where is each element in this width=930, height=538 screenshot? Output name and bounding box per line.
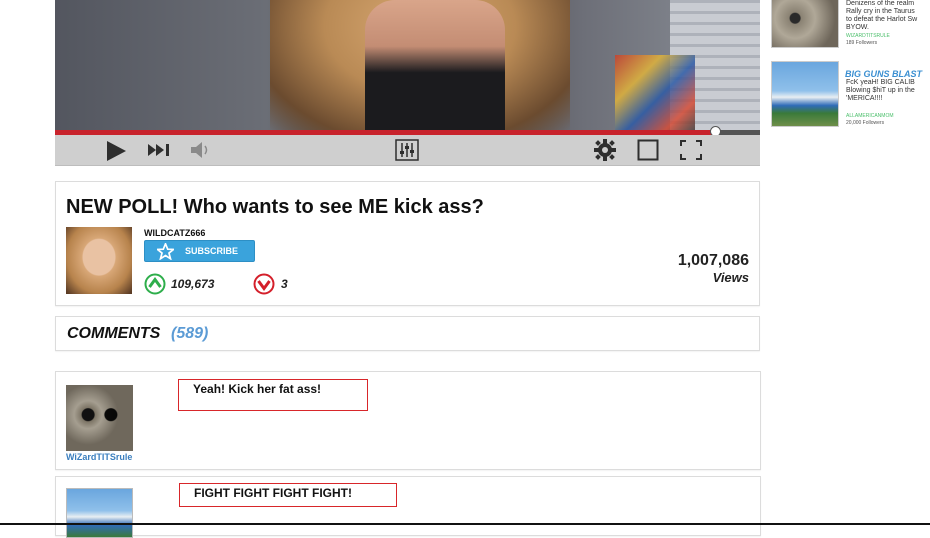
related-video-followers: 189 Followers — [846, 40, 878, 46]
related-video-channel[interactable]: WIZARDTITSRULE — [846, 33, 890, 39]
comments-header: COMMENTS (589) — [55, 316, 760, 351]
comments-label: COMMENTS — [67, 325, 161, 342]
related-video-description: Denizens of the realm Rally cry in the T… — [846, 0, 918, 31]
video-frame[interactable] — [55, 0, 760, 132]
channel-username[interactable]: WILDCATZ666 — [144, 228, 205, 238]
related-video-title[interactable]: BIG GUNS BLAST — [845, 69, 922, 79]
subscribe-button[interactable]: SUBSCRIBE — [144, 240, 255, 262]
related-video-thumbnail[interactable] — [771, 61, 839, 127]
equalizer-icon[interactable] — [395, 139, 419, 165]
comment-text: FIGHT FIGHT FIGHT FIGHT! — [179, 483, 397, 507]
theater-mode-icon[interactable] — [637, 139, 659, 165]
downvote-icon[interactable] — [253, 273, 275, 300]
upvote-icon[interactable] — [144, 273, 166, 300]
star-icon — [157, 243, 174, 260]
commenter-avatar[interactable] — [66, 488, 133, 538]
play-icon[interactable] — [105, 140, 127, 166]
related-video-followers: 20,000 Followers — [846, 120, 885, 126]
downvote-count: 3 — [281, 277, 288, 291]
upvote-count: 109,673 — [171, 277, 215, 291]
subscribe-label: SUBSCRIBE — [185, 246, 239, 256]
comment-item: WiZardTITSrule Yeah! Kick her fat ass! — [55, 371, 761, 470]
video-person — [365, 0, 505, 132]
related-video-thumbnail[interactable] — [771, 0, 839, 48]
related-video-channel[interactable]: ALLAMERICANMOM — [846, 113, 894, 119]
video-title: NEW POLL! Who wants to see ME kick ass? — [66, 196, 484, 218]
video-shelf-items — [615, 55, 695, 132]
comment-item: FIGHT FIGHT FIGHT FIGHT! — [55, 476, 761, 538]
video-info-panel: NEW POLL! Who wants to see ME kick ass? … — [55, 181, 760, 306]
views-count: 1,007,086 — [677, 252, 749, 269]
commenter-username[interactable]: WiZardTITSrule — [66, 452, 132, 462]
player-control-bar — [55, 135, 760, 166]
fullscreen-icon[interactable] — [680, 140, 702, 164]
settings-gear-icon[interactable] — [594, 139, 616, 165]
volume-icon[interactable] — [191, 142, 211, 162]
related-video-description: FcK yeaH! BIG CALIB Blowing $hiT up in t… — [846, 79, 915, 102]
commenter-avatar[interactable] — [66, 385, 133, 451]
views-label: Views — [712, 270, 749, 285]
comments-count: (589) — [171, 325, 209, 342]
related-videos-sidebar: Denizens of the realm Rally cry in the T… — [768, 0, 930, 140]
comment-text: Yeah! Kick her fat ass! — [178, 379, 368, 411]
avatar[interactable] — [66, 227, 132, 294]
next-icon[interactable] — [148, 144, 172, 160]
